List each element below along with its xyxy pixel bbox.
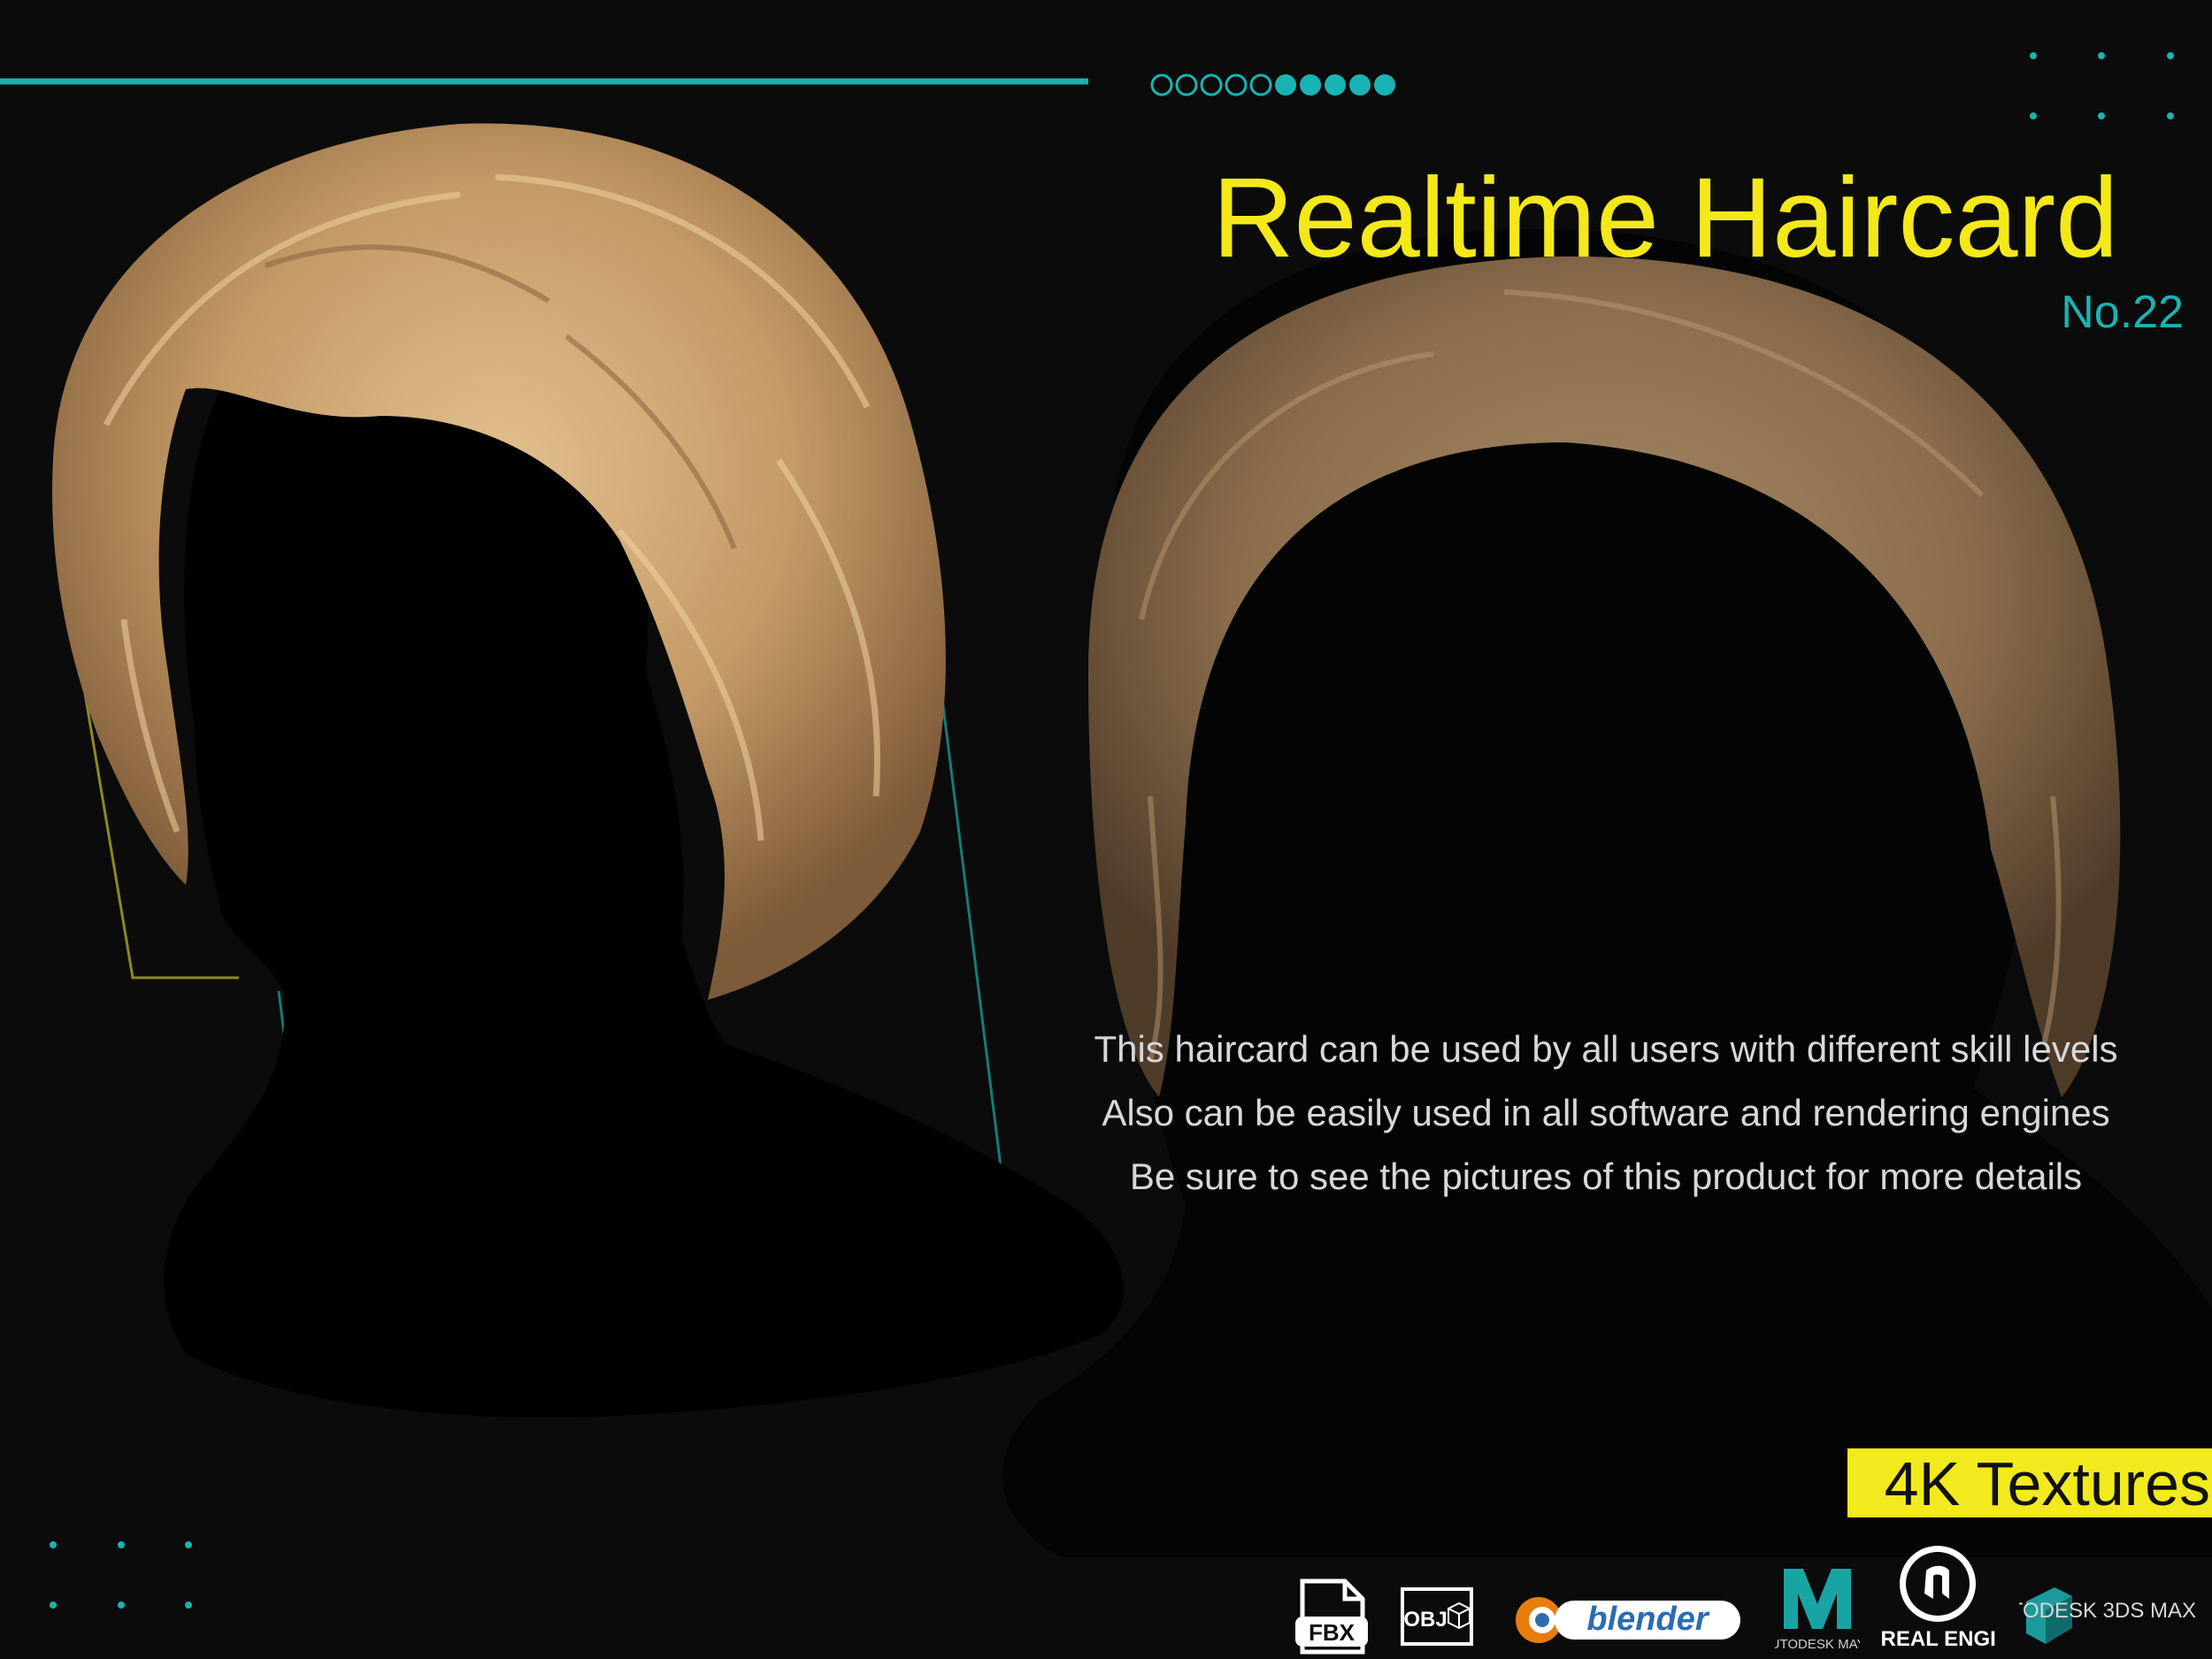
- unreal-icon: UNREAL ENGINE: [1880, 1546, 1995, 1651]
- blender-label: blender: [1586, 1601, 1709, 1638]
- obj-label: OBJ: [1403, 1608, 1447, 1632]
- maya-icon: AUTODESK MAYA: [1775, 1569, 1860, 1652]
- dot-grid-bottom-left: [50, 1541, 192, 1609]
- description-line: Be sure to see the pictures of this prod…: [1129, 1156, 2083, 1197]
- blender-icon: blender: [1516, 1597, 1740, 1643]
- unreal-label: UNREAL ENGINE: [1880, 1627, 1995, 1651]
- 3dsmax-label: AUTODESK 3DS MAX: [2019, 1599, 2196, 1623]
- product-title: Realtime Haircard: [1212, 155, 2119, 281]
- description-line: This haircard can be used by all users w…: [1094, 1028, 2118, 1070]
- progress-dots: [1150, 73, 1395, 96]
- product-number: No.22: [2061, 287, 2184, 338]
- textures-badge: 4K Textures: [1847, 1448, 2212, 1517]
- maya-label: AUTODESK MAYA: [1775, 1637, 1860, 1652]
- fbx-label: FBX: [1309, 1619, 1356, 1646]
- description-line: Also can be easily used in all software …: [1102, 1092, 2110, 1133]
- dot-grid-top-right: [2030, 52, 2174, 119]
- 3dsmax-icon: AUTODESK 3DS MAX: [2019, 1587, 2196, 1644]
- obj-icon: OBJ: [1401, 1587, 1473, 1646]
- fbx-icon: FBX: [1295, 1578, 1368, 1655]
- product-banner: Realtime Haircard No.22 This haircard ca…: [0, 0, 2212, 1659]
- description-block: This haircard can be used by all users w…: [1022, 1018, 2190, 1209]
